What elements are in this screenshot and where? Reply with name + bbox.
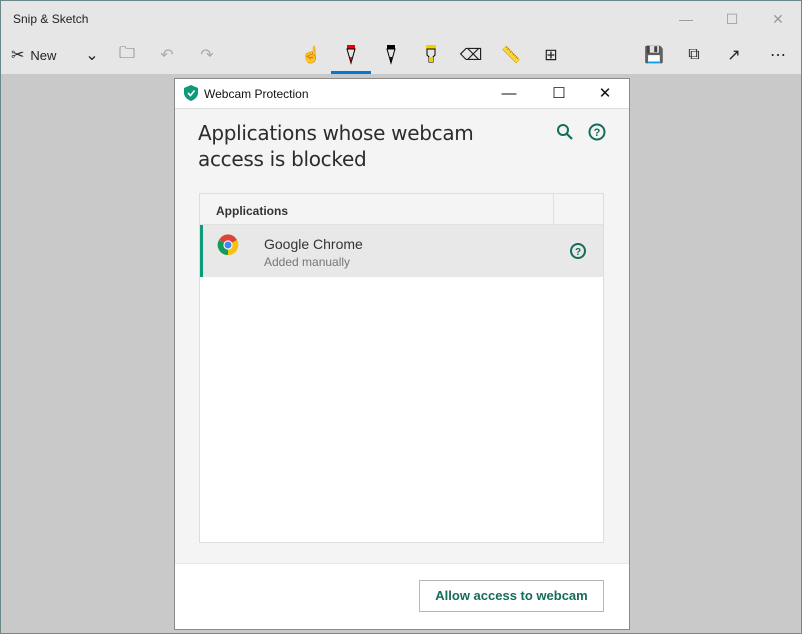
dialog-maximize-button[interactable]: ☐: [539, 82, 579, 106]
close-button[interactable]: ✕: [755, 7, 801, 31]
ruler-icon[interactable]: 📏: [496, 41, 526, 69]
table-row[interactable]: Google Chrome Added manually ?: [200, 225, 603, 277]
new-label: New: [30, 47, 57, 63]
dialog-title-bar: Webcam Protection — ☐ ✕: [175, 79, 629, 109]
toolbar: ✂ New ⌄ 🗀 ↶ ↷ ☝ ⌫ 📏 ⊞ 💾 ⧉ ↗ ⋯: [1, 37, 801, 74]
redo-icon[interactable]: ↷: [192, 41, 222, 69]
open-folder-icon[interactable]: 🗀: [112, 41, 142, 69]
column-header-applications[interactable]: Applications: [216, 204, 288, 218]
allow-access-button[interactable]: Allow access to webcam: [419, 580, 604, 612]
new-snip-icon: ✂: [11, 47, 25, 64]
svg-text:?: ?: [594, 127, 601, 139]
chevron-down-icon[interactable]: ⌄: [77, 41, 107, 69]
applications-table: Applications Google Chrome Added manuall…: [199, 193, 604, 543]
dialog-close-button[interactable]: ✕: [585, 82, 625, 106]
share-icon[interactable]: ↗: [719, 41, 749, 69]
dialog-footer: Allow access to webcam: [175, 563, 629, 629]
undo-icon[interactable]: ↶: [152, 41, 182, 69]
table-header: Applications: [200, 194, 603, 225]
minimize-button[interactable]: —: [663, 7, 709, 31]
column-divider: [553, 194, 554, 224]
app-status: Added manually: [264, 255, 351, 269]
chrome-icon: [217, 234, 239, 256]
app-title: Snip & Sketch: [13, 12, 89, 26]
selected-tool-indicator: [331, 71, 371, 74]
search-icon[interactable]: [556, 123, 574, 141]
svg-text:?: ?: [575, 247, 581, 258]
row-help-icon[interactable]: ?: [569, 242, 587, 260]
shield-icon: [184, 85, 198, 101]
dialog-minimize-button[interactable]: —: [489, 82, 529, 106]
save-icon[interactable]: 💾: [639, 41, 669, 69]
pencil-icon[interactable]: [376, 41, 406, 69]
copy-icon[interactable]: ⧉: [679, 41, 709, 69]
ballpoint-pen-icon[interactable]: [336, 41, 366, 69]
title-bar: Snip & Sketch — ☐ ✕: [1, 1, 801, 37]
crop-icon[interactable]: ⊞: [536, 41, 566, 69]
page-heading: Applications whose webcam access is bloc…: [198, 121, 474, 171]
dialog-title: Webcam Protection: [204, 87, 309, 101]
maximize-button[interactable]: ☐: [709, 7, 755, 31]
more-icon[interactable]: ⋯: [763, 41, 793, 69]
help-icon[interactable]: ?: [588, 123, 606, 141]
app-name: Google Chrome: [264, 236, 363, 252]
highlighter-icon[interactable]: [416, 41, 446, 69]
eraser-icon[interactable]: ⌫: [456, 41, 486, 69]
new-snip-button[interactable]: ✂ New: [11, 41, 71, 69]
webcam-protection-dialog: Webcam Protection — ☐ ✕ Applications who…: [174, 78, 630, 630]
touch-writing-icon[interactable]: ☝: [296, 41, 326, 69]
